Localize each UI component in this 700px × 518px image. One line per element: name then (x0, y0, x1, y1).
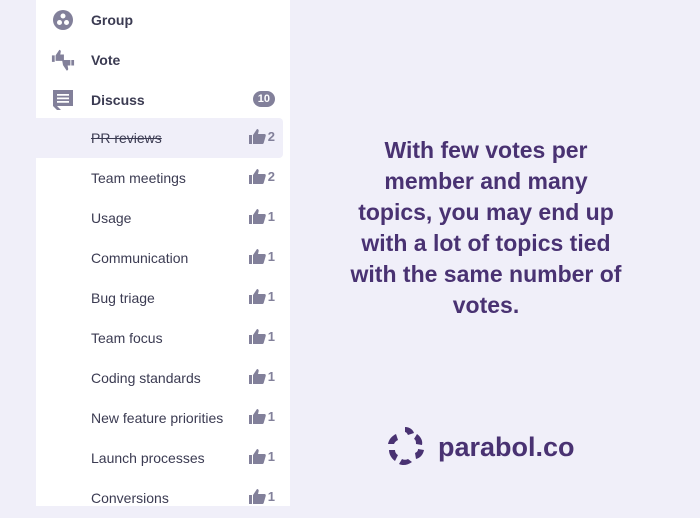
topic-item[interactable]: Usage 1 (36, 198, 283, 238)
phase-label: Vote (91, 52, 121, 68)
phase-label: Group (91, 12, 133, 28)
topic-votes: 2 (248, 129, 275, 144)
group-icon (51, 8, 75, 32)
thumbs-up-icon (248, 209, 266, 224)
thumbs-up-icon (248, 129, 266, 144)
topic-label: Coding standards (91, 370, 201, 386)
thumbs-up-icon (248, 369, 266, 384)
discuss-icon (51, 88, 75, 112)
topic-item[interactable]: Launch processes 1 (36, 438, 283, 478)
vote-count: 1 (267, 329, 275, 344)
topic-label: Team meetings (91, 170, 186, 186)
topic-label: Bug triage (91, 290, 155, 306)
topic-label: Launch processes (91, 450, 205, 466)
topic-label: Communication (91, 250, 189, 266)
thumbs-up-icon (248, 489, 266, 504)
phase-discuss[interactable]: Discuss 10 (36, 80, 290, 120)
vote-count: 1 (267, 489, 275, 504)
thumbs-up-icon (248, 249, 266, 264)
tip-message: With few votes per member and many topic… (350, 137, 622, 318)
topic-item[interactable]: Team meetings 2 (36, 158, 283, 198)
topic-label: New feature priorities (91, 410, 224, 426)
topic-label: Conversions (91, 490, 169, 506)
thumbs-up-icon (248, 169, 266, 184)
thumbs-up-icon (248, 289, 266, 304)
phase-group[interactable]: Group (36, 0, 290, 40)
sidebar: Group Vote Discuss 10 PR reviews 2 Team me… (36, 0, 290, 506)
parabol-logo: parabol.co (382, 426, 575, 468)
topic-votes: 1 (248, 369, 275, 384)
topic-votes: 2 (248, 169, 275, 184)
topic-item[interactable]: PR reviews 2 (36, 118, 283, 158)
topic-label: PR reviews (91, 130, 162, 146)
topic-item[interactable]: Communication 1 (36, 238, 283, 278)
vote-count: 1 (267, 449, 275, 464)
topic-item[interactable]: New feature priorities 1 (36, 398, 283, 438)
topic-count-badge: 10 (252, 91, 275, 107)
topic-votes: 1 (248, 449, 275, 464)
topic-votes: 1 (248, 329, 275, 344)
vote-icon (51, 48, 75, 72)
vote-count: 1 (267, 289, 275, 304)
topic-votes: 1 (248, 409, 275, 424)
topic-votes: 1 (248, 489, 275, 504)
vote-count: 1 (267, 209, 275, 224)
parabol-logo-icon (388, 427, 424, 466)
thumbs-up-icon (248, 409, 266, 424)
thumbs-up-icon (248, 449, 266, 464)
topic-label: Usage (91, 210, 132, 226)
vote-count: 1 (267, 409, 275, 424)
topic-votes: 1 (248, 249, 275, 264)
topic-item[interactable]: Conversions 1 (36, 478, 283, 518)
logo-text: parabol.co (438, 431, 575, 462)
phase-label: Discuss (91, 92, 145, 108)
vote-count: 2 (267, 129, 275, 144)
phase-vote[interactable]: Vote (36, 40, 290, 80)
thumbs-up-icon (248, 329, 266, 344)
vote-count: 2 (267, 169, 275, 184)
topic-label: Team focus (91, 330, 163, 346)
vote-count: 1 (267, 369, 275, 384)
topic-item[interactable]: Bug triage 1 (36, 278, 283, 318)
topic-item[interactable]: Team focus 1 (36, 318, 283, 358)
topic-item[interactable]: Coding standards 1 (36, 358, 283, 398)
topic-votes: 1 (248, 289, 275, 304)
topic-votes: 1 (248, 209, 275, 224)
vote-count: 1 (267, 249, 275, 264)
